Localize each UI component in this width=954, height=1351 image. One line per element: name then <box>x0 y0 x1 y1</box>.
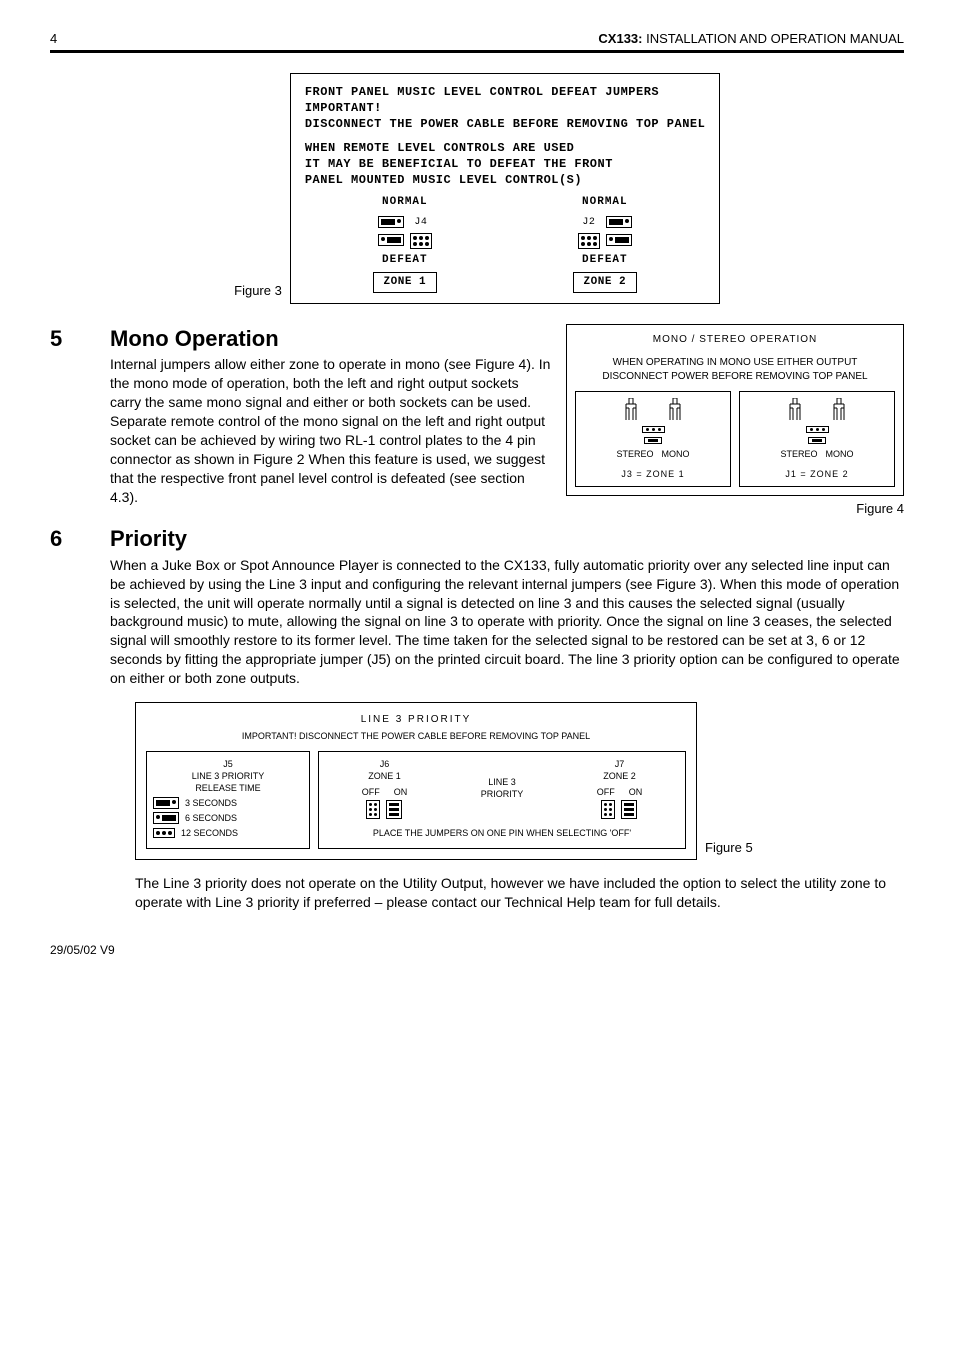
fig5-opt3: 3 SECONDS <box>185 797 237 809</box>
fig5-on2: ON <box>629 786 643 798</box>
fig4-stereo1: STEREO <box>616 448 653 460</box>
figure-5-diagram: LINE 3 PRIORITY IMPORTANT! DISCONNECT TH… <box>135 702 697 860</box>
fig5-footnote: PLACE THE JUMPERS ON ONE PIN WHEN SELECT… <box>325 827 679 839</box>
fig4-zone2: STEREO MONO J1 = ZONE 2 <box>739 391 895 487</box>
fig5-j5: J5 <box>153 758 303 770</box>
fig5-title: LINE 3 PRIORITY <box>146 713 686 727</box>
fig4-zone1: STEREO MONO J3 = ZONE 1 <box>575 391 731 487</box>
figure-3-caption: Figure 3 <box>234 282 282 300</box>
fig4-note1: WHEN OPERATING IN MONO USE EITHER OUTPUT <box>575 356 895 370</box>
figure-4-caption: Figure 4 <box>856 500 904 518</box>
fig3-note2: IT MAY BE BENEFICIAL TO DEFEAT THE FRONT <box>305 156 705 172</box>
fig4-note2: DISCONNECT POWER BEFORE REMOVING TOP PAN… <box>575 370 895 384</box>
fig3-defeat2: DEFEAT <box>573 253 638 268</box>
section-5-body: Internal jumpers allow either zone to op… <box>110 355 552 506</box>
jack-icon <box>832 398 846 420</box>
page-number: 4 <box>50 30 57 48</box>
fig3-defeat1: DEFEAT <box>373 253 438 268</box>
figure-3-row: Figure 3 FRONT PANEL MUSIC LEVEL CONTROL… <box>50 73 904 304</box>
fig5-line3: LINE 3 <box>481 776 524 788</box>
section-5-title: Mono Operation <box>110 324 552 354</box>
fig5-j5-sub2: RELEASE TIME <box>153 782 303 794</box>
fig3-zone2: ZONE 2 <box>573 272 638 293</box>
fig5-j7: J7 <box>597 758 643 770</box>
fig3-important: IMPORTANT! <box>305 100 705 116</box>
figure-3-diagram: FRONT PANEL MUSIC LEVEL CONTROL DEFEAT J… <box>290 73 720 304</box>
fig3-zone1-group: NORMAL J4 DEFEAT ZONE 1 <box>373 195 438 293</box>
fig3-j4: J4 <box>414 216 427 230</box>
section-6-title: Priority <box>110 524 904 554</box>
fig3-zone2-group: NORMAL J2 DEFEAT ZONE 2 <box>573 195 638 293</box>
footer: 29/05/02 V9 <box>50 942 904 958</box>
fig3-normal1: NORMAL <box>373 195 438 210</box>
fig5-zone1: ZONE 1 <box>362 770 408 782</box>
fig3-note3: PANEL MOUNTED MUSIC LEVEL CONTROL(S) <box>305 172 705 188</box>
fig5-zone2: ZONE 2 <box>597 770 643 782</box>
fig5-warning: IMPORTANT! DISCONNECT THE POWER CABLE BE… <box>146 730 686 742</box>
fig4-j1: J1 = ZONE 2 <box>785 468 848 480</box>
fig3-warning: DISCONNECT THE POWER CABLE BEFORE REMOVI… <box>305 116 705 132</box>
fig4-j3: J3 = ZONE 1 <box>621 468 684 480</box>
fig5-j6: J6 <box>362 758 408 770</box>
section-6-num: 6 <box>50 524 80 554</box>
section-5: 5 Mono Operation Internal jumpers allow … <box>50 324 904 518</box>
fig5-left: J5 LINE 3 PRIORITY RELEASE TIME 3 SECOND… <box>146 751 310 850</box>
section-6-body2: The Line 3 priority does not operate on … <box>135 874 904 912</box>
header-title: CX133: INSTALLATION AND OPERATION MANUAL <box>598 30 904 48</box>
fig5-off2: OFF <box>597 786 615 798</box>
fig4-stereo2: STEREO <box>780 448 817 460</box>
fig3-zone1: ZONE 1 <box>373 272 438 293</box>
section-6: 6 Priority When a Juke Box or Spot Annou… <box>50 524 904 688</box>
fig5-right: J6 ZONE 1 OFF ON LINE 3 PRIORIT <box>318 751 686 850</box>
jack-icon <box>788 398 802 420</box>
fig3-title: FRONT PANEL MUSIC LEVEL CONTROL DEFEAT J… <box>305 84 705 100</box>
fig4-mono2: MONO <box>826 448 854 460</box>
figure-5-caption: Figure 5 <box>705 839 753 857</box>
doc-title: INSTALLATION AND OPERATION MANUAL <box>646 31 904 46</box>
fig3-note1: WHEN REMOTE LEVEL CONTROLS ARE USED <box>305 140 705 156</box>
fig5-opt6: 6 SECONDS <box>185 812 237 824</box>
figure-4-diagram: MONO / STEREO OPERATION WHEN OPERATING I… <box>566 324 904 497</box>
fig5-on1: ON <box>394 786 408 798</box>
fig4-mono1: MONO <box>662 448 690 460</box>
figure-4-wrap: MONO / STEREO OPERATION WHEN OPERATING I… <box>566 324 904 518</box>
product-name: CX133: <box>598 31 642 46</box>
figure-5-wrap: LINE 3 PRIORITY IMPORTANT! DISCONNECT TH… <box>135 702 904 860</box>
fig5-priority: PRIORITY <box>481 788 524 800</box>
fig3-j2: J2 <box>582 216 595 230</box>
fig3-jumper-row: NORMAL J4 DEFEAT ZONE 1 NORMAL <box>305 195 705 293</box>
fig5-off1: OFF <box>362 786 380 798</box>
page-header: 4 CX133: INSTALLATION AND OPERATION MANU… <box>50 30 904 53</box>
jack-icon <box>624 398 638 420</box>
fig3-normal2: NORMAL <box>573 195 638 210</box>
section-5-num: 5 <box>50 324 80 354</box>
fig5-opt12: 12 SECONDS <box>181 827 238 839</box>
fig4-title: MONO / STEREO OPERATION <box>575 333 895 347</box>
jack-icon <box>668 398 682 420</box>
section-6-body: When a Juke Box or Spot Announce Player … <box>110 556 904 688</box>
fig5-j5-sub1: LINE 3 PRIORITY <box>153 770 303 782</box>
